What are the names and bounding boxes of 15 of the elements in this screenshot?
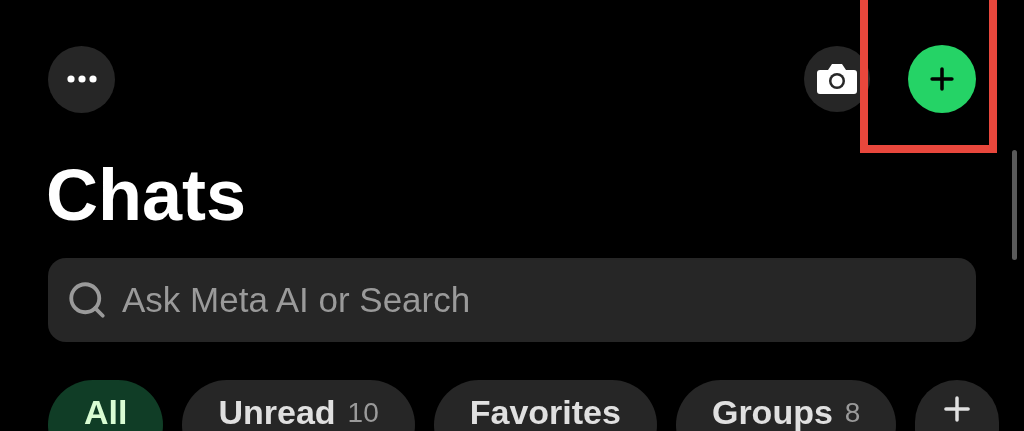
filter-chip[interactable]: Unread 10 [182,380,415,431]
chip-count: 8 [844,396,861,430]
chip-label: All [84,394,128,430]
chip-label: Groups [711,394,833,430]
camera-icon [816,62,858,96]
search-icon [66,279,108,321]
chip-label: Favorites [469,394,621,430]
more-icon [66,75,97,83]
chip-label: Unread [218,394,336,430]
filter-chip[interactable]: Groups 8 [675,380,897,431]
page-title: Chats [46,154,247,237]
filter-chip[interactable]: Favorites [433,380,657,431]
chip-count: 10 [347,396,379,430]
filter-chip[interactable]: All [48,380,164,431]
search-field[interactable]: Ask Meta AI or Search [48,258,976,342]
